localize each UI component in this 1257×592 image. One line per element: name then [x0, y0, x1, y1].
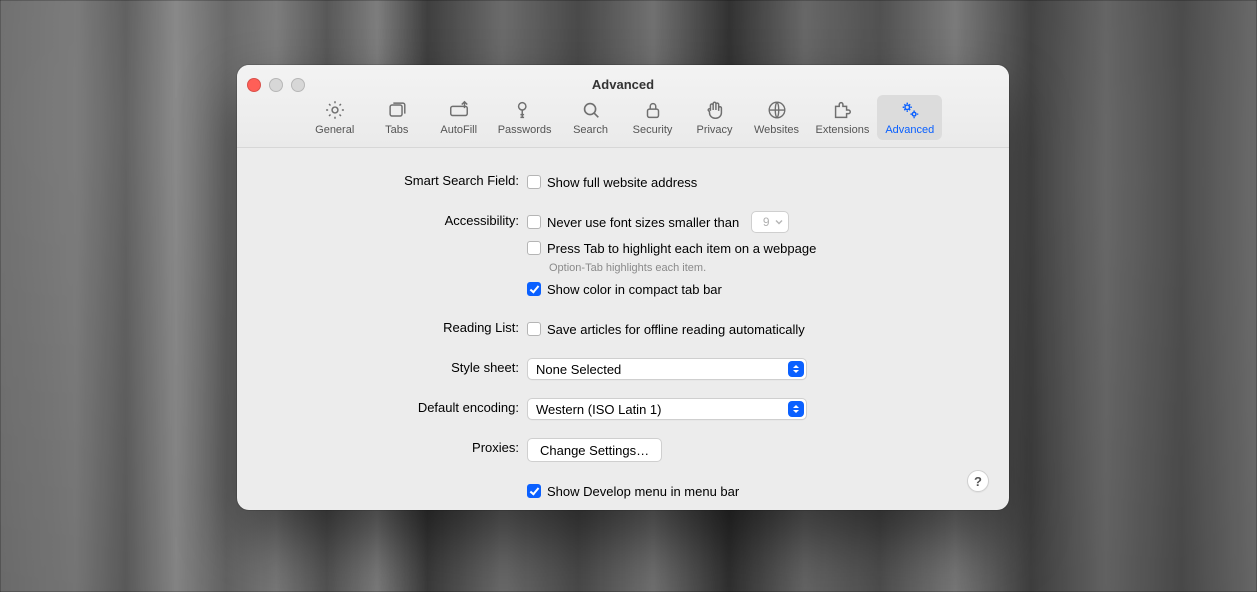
never-font-smaller-text: Never use font sizes smaller than: [547, 215, 739, 230]
never-font-smaller-checkbox[interactable]: [527, 215, 541, 229]
preferences-toolbar: General Tabs AutoFill Pass: [237, 95, 1009, 140]
tab-passwords[interactable]: Passwords: [490, 95, 560, 140]
show-develop-text: Show Develop menu in menu bar: [547, 484, 739, 499]
style-sheet-popup[interactable]: None Selected: [527, 358, 807, 380]
show-full-address-checkbox[interactable]: [527, 175, 541, 189]
gear-icon: [324, 99, 346, 121]
press-tab-text: Press Tab to highlight each item on a we…: [547, 241, 816, 256]
change-settings-button[interactable]: Change Settings…: [527, 438, 662, 462]
tab-privacy[interactable]: Privacy: [684, 95, 746, 140]
default-encoding-value: Western (ISO Latin 1): [536, 402, 788, 417]
tab-security[interactable]: Security: [622, 95, 684, 140]
help-button[interactable]: ?: [967, 470, 989, 492]
accessibility-label: Accessibility:: [261, 211, 527, 228]
save-offline-text: Save articles for offline reading automa…: [547, 322, 805, 337]
autofill-icon: [448, 99, 470, 121]
puzzle-icon: [831, 99, 853, 121]
tab-label: Advanced: [885, 124, 934, 136]
default-encoding-label: Default encoding:: [261, 398, 527, 415]
tabs-icon: [386, 99, 408, 121]
show-full-address-text: Show full website address: [547, 175, 697, 190]
proxies-label: Proxies:: [261, 438, 527, 455]
popup-arrows-icon: [788, 361, 804, 377]
tab-tabs[interactable]: Tabs: [366, 95, 428, 140]
lock-icon: [642, 99, 664, 121]
tab-label: AutoFill: [440, 124, 477, 136]
window-title: Advanced: [237, 77, 1009, 92]
press-tab-checkbox[interactable]: [527, 241, 541, 255]
style-sheet-label: Style sheet:: [261, 358, 527, 375]
font-size-value: 9: [760, 215, 772, 229]
empty-label: [261, 480, 527, 482]
popup-arrows-icon: [788, 401, 804, 417]
tab-label: Passwords: [498, 124, 552, 136]
tab-websites[interactable]: Websites: [746, 95, 808, 140]
tab-label: Search: [573, 124, 608, 136]
globe-icon: [766, 99, 788, 121]
tab-extensions[interactable]: Extensions: [808, 95, 878, 140]
chevron-down-icon: [772, 217, 786, 227]
reading-list-label: Reading List:: [261, 318, 527, 335]
tab-autofill[interactable]: AutoFill: [428, 95, 490, 140]
press-tab-hint: Option-Tab highlights each item.: [549, 262, 816, 274]
tab-advanced[interactable]: Advanced: [877, 95, 942, 140]
default-encoding-popup[interactable]: Western (ISO Latin 1): [527, 398, 807, 420]
search-icon: [580, 99, 602, 121]
tab-label: Security: [633, 124, 673, 136]
show-color-tab-bar-checkbox[interactable]: [527, 282, 541, 296]
font-size-stepper[interactable]: 9: [751, 211, 789, 233]
save-offline-checkbox[interactable]: [527, 322, 541, 336]
preferences-content: Smart Search Field: Show full website ad…: [237, 147, 1009, 510]
help-icon: ?: [974, 474, 982, 489]
preferences-window: Advanced General Tabs AutoF: [237, 65, 1009, 510]
tab-label: Tabs: [385, 124, 408, 136]
show-color-tab-bar-text: Show color in compact tab bar: [547, 282, 722, 297]
tab-search[interactable]: Search: [560, 95, 622, 140]
smart-search-label: Smart Search Field:: [261, 171, 527, 188]
change-settings-text: Change Settings…: [540, 443, 649, 458]
hand-icon: [704, 99, 726, 121]
style-sheet-value: None Selected: [536, 362, 788, 377]
gears-icon: [899, 99, 921, 121]
tab-label: Extensions: [816, 124, 870, 136]
show-develop-checkbox[interactable]: [527, 484, 541, 498]
tab-label: Websites: [754, 124, 799, 136]
tab-general[interactable]: General: [304, 95, 366, 140]
window-titlebar: Advanced General Tabs AutoF: [237, 65, 1009, 148]
tab-label: Privacy: [696, 124, 732, 136]
key-icon: [514, 99, 536, 121]
tab-label: General: [315, 124, 354, 136]
